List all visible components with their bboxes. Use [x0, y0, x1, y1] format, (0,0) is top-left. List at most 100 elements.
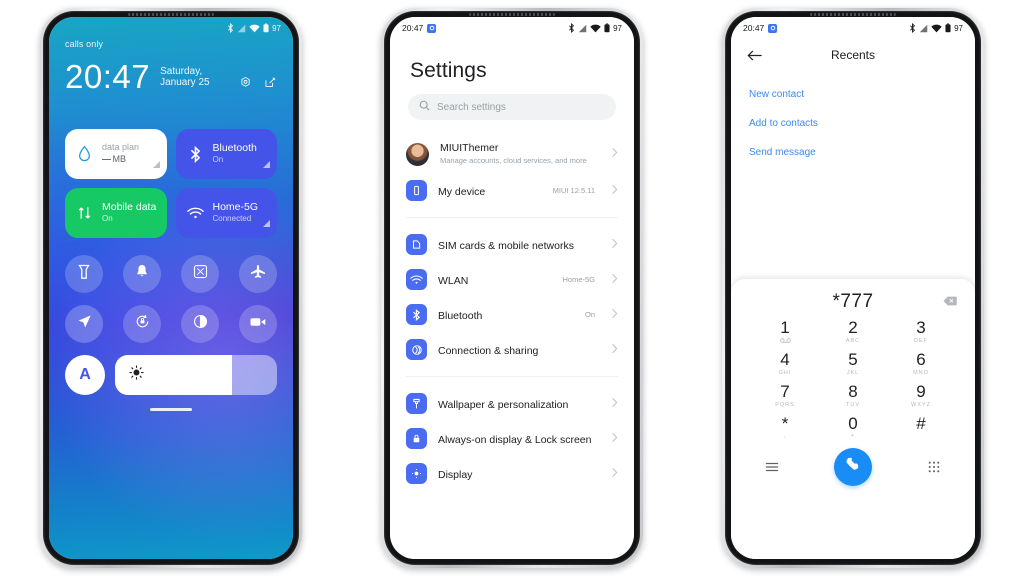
menu-lines-icon[interactable] [761, 462, 783, 472]
control-center-header: calls only 20:47 Saturday, January 25 [49, 39, 293, 93]
contrast-icon [193, 314, 208, 334]
location-arrow-icon [77, 314, 92, 334]
bluetooth-icon [406, 304, 427, 326]
call-button[interactable] [834, 448, 872, 487]
home-indicator[interactable] [150, 408, 192, 411]
status-bar-right-1: 97 [227, 23, 281, 33]
toggle-flashlight[interactable] [65, 255, 103, 293]
tile-wifi-sub: Connected [212, 214, 252, 224]
toggle-dark-mode[interactable] [181, 305, 219, 343]
dialed-number[interactable]: *777 [832, 291, 873, 313]
resize-corner-icon [152, 155, 160, 173]
status-time-2: 20:47 [402, 23, 424, 33]
tile-data-plan-sub: — MB [102, 153, 127, 164]
tile-wifi[interactable]: Home-5G Connected [175, 188, 277, 238]
dialpad-key-6[interactable]: 6 MNO [893, 350, 949, 377]
dialpad-row-3: 7 PQRS 8 TUV 9 WXYZ [757, 381, 949, 409]
dialpad-key-hash[interactable]: # [893, 414, 949, 441]
toggle-screenshot[interactable] [181, 255, 219, 293]
signal-icon [578, 24, 587, 33]
settings-row-sim-cards[interactable]: SIM cards & mobile networks [390, 227, 634, 262]
toggle-row-2 [65, 305, 277, 343]
carrier-label: calls only [65, 39, 104, 49]
dialpad-row-2: 4 GHI 5 JKL 6 MNO [757, 350, 949, 377]
search-settings-bar[interactable]: Search settings [408, 94, 616, 120]
settings-row-wallpaper[interactable]: Wallpaper & personalization [390, 386, 634, 421]
chevron-right-icon [611, 306, 618, 324]
auto-brightness-button[interactable]: A [65, 355, 105, 395]
phone-screen-1: 97 calls only 20:47 Saturday, January 25 [49, 17, 293, 559]
settings-row-connection-sharing[interactable]: Connection & sharing [390, 332, 634, 367]
settings-row-bluetooth[interactable]: Bluetooth On [390, 297, 634, 332]
app-badge-icon [427, 23, 437, 33]
display-icon [406, 463, 427, 485]
dialpad-key-9[interactable]: 9 WXYZ [893, 382, 949, 409]
battery-icon [263, 23, 269, 33]
search-icon [419, 98, 430, 116]
dialpad-key-7-num: 7 [780, 381, 790, 401]
dialpad-key-2[interactable]: 2 ABC [825, 319, 881, 345]
dialpad-key-4[interactable]: 4 GHI [757, 350, 813, 377]
wifi-icon [931, 24, 942, 33]
settings-row-wlan[interactable]: WLAN Home-5G [390, 262, 634, 297]
resize-corner-icon [263, 214, 270, 232]
dialpad-key-2-sub: ABC [845, 337, 861, 344]
action-add-to-contacts[interactable]: Add to contacts [749, 109, 957, 138]
dialpad-key-star-num: * [781, 413, 789, 433]
bluetooth-icon [227, 23, 234, 33]
dialpad-key-star[interactable]: * , [757, 413, 813, 441]
settings-row-aod-lockscreen-text: Always-on display & Lock screen [438, 430, 600, 448]
search-input[interactable]: Search settings [437, 102, 506, 113]
tile-row-2: Mobile data On Home-5G Connected [65, 188, 277, 238]
settings-row-display[interactable]: Display [390, 456, 634, 491]
resize-corner-icon [263, 155, 270, 173]
toggle-airplane-mode[interactable] [239, 255, 277, 293]
settings-group-account: MIUIThemer Manage accounts, cloud servic… [390, 132, 634, 211]
dialpad-key-5[interactable]: 5 JKL [825, 350, 881, 377]
dialpad-key-0[interactable]: 0 + [825, 414, 881, 441]
signal-icon [919, 24, 928, 33]
flashlight-icon [77, 264, 91, 285]
settings-gear-icon[interactable] [239, 76, 252, 89]
toggle-screen-recorder[interactable] [239, 305, 277, 343]
settings-list: MIUIThemer Manage accounts, cloud servic… [390, 132, 634, 494]
chevron-right-icon [611, 182, 618, 200]
tile-bluetooth[interactable]: Bluetooth On [175, 129, 277, 179]
settings-row-account-label: MIUIThemer [440, 142, 499, 154]
settings-row-bluetooth-label: Bluetooth [438, 309, 483, 322]
backspace-icon[interactable] [943, 293, 957, 311]
settings-row-connection-sharing-text: Connection & sharing [438, 341, 600, 359]
tile-data-plan[interactable]: data plan — MB [65, 129, 167, 179]
keypad-dots-icon[interactable] [923, 461, 945, 473]
brightness-slider[interactable] [115, 355, 277, 395]
dialpad-key-hash-sub [893, 433, 949, 440]
video-camera-icon [250, 315, 266, 333]
toggle-ringer[interactable] [123, 255, 161, 293]
dialpad-key-8[interactable]: 8 TUV [825, 382, 881, 409]
lock-icon [406, 428, 427, 450]
toggle-auto-rotate[interactable] [123, 305, 161, 343]
divider [406, 376, 618, 378]
dialpad-key-3[interactable]: 3 DEF [893, 319, 949, 345]
dialpad-key-1[interactable]: 1 [757, 319, 813, 345]
connection-sharing-icon [406, 339, 427, 361]
wifi-icon [249, 24, 260, 33]
arrow-left-icon[interactable] [747, 49, 767, 62]
dialed-number-row: *777 [731, 285, 975, 319]
bluetooth-icon [186, 145, 205, 163]
settings-row-connection-sharing-label: Connection & sharing [438, 344, 539, 357]
settings-row-aod-lockscreen[interactable]: Always-on display & Lock screen [390, 421, 634, 456]
earpiece-speaker [128, 13, 214, 16]
edit-icon[interactable] [264, 76, 277, 89]
settings-row-my-device-label: My device [438, 185, 486, 198]
tile-mobile-data[interactable]: Mobile data On [65, 188, 167, 238]
settings-row-wlan-text: WLAN [438, 271, 551, 289]
toggle-location[interactable] [65, 305, 103, 343]
settings-row-account[interactable]: MIUIThemer Manage accounts, cloud servic… [390, 135, 634, 173]
action-send-message[interactable]: Send message [749, 138, 957, 167]
settings-row-my-device[interactable]: My device MIUI 12.5.11 [390, 173, 634, 208]
action-new-contact[interactable]: New contact [749, 80, 957, 109]
status-bar-3: 20:47 97 [731, 17, 975, 39]
dialpad-key-7[interactable]: 7 PQRS [757, 381, 813, 409]
chevron-right-icon [611, 145, 618, 163]
